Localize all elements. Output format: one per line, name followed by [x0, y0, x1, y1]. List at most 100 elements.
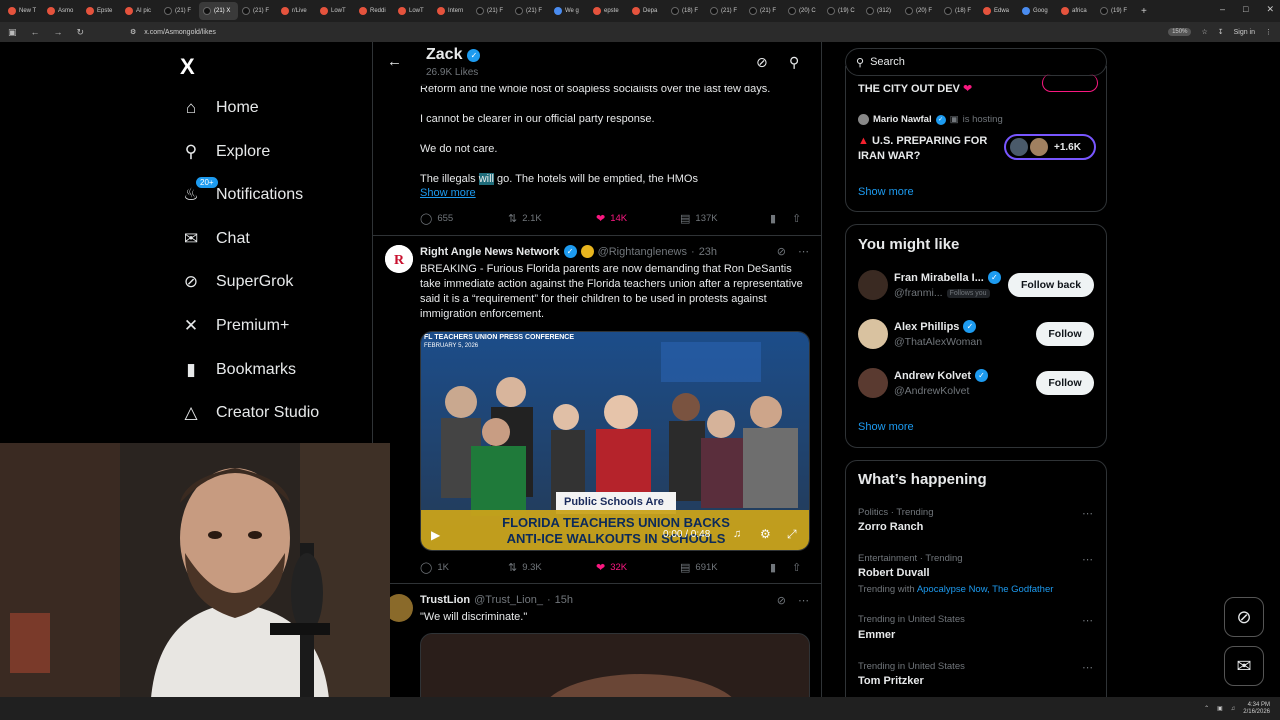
- browser-tab[interactable]: Asmo: [43, 2, 82, 20]
- trend-name[interactable]: Emmer: [858, 629, 895, 641]
- sidebar-item-notifications[interactable]: ♨ 20+ Notifications: [180, 177, 303, 205]
- reply-button[interactable]: ◯ 655: [420, 212, 508, 225]
- back-arrow-icon[interactable]: ←: [387, 53, 402, 70]
- clock[interactable]: 4:34 PM 2/16/2026: [1243, 702, 1270, 716]
- avatar[interactable]: [858, 270, 888, 300]
- author-handle[interactable]: @Trust_Lion_: [474, 594, 543, 606]
- sidebar-item-chat[interactable]: ✉ Chat: [180, 229, 250, 249]
- grok-fab-button[interactable]: ⊘: [1224, 597, 1264, 637]
- share-button[interactable]: ⇧: [792, 561, 801, 574]
- bookmark-button[interactable]: ▮: [770, 212, 792, 225]
- views-button[interactable]: ▤ 691K: [680, 561, 770, 574]
- share-button[interactable]: ⇧: [792, 212, 801, 225]
- browser-tab[interactable]: (20) F: [901, 2, 940, 20]
- browser-tab[interactable]: (21) F: [160, 2, 199, 20]
- post-time[interactable]: 23h: [699, 246, 717, 258]
- live-listeners-pill[interactable]: +1.6K: [1004, 134, 1096, 160]
- close-icon[interactable]: ✕: [1266, 4, 1274, 15]
- more-icon[interactable]: ⋯: [1082, 507, 1094, 520]
- bookmark-button[interactable]: ▮: [770, 561, 792, 574]
- browser-tab[interactable]: (20) C: [784, 2, 823, 20]
- browser-tab[interactable]: (18) F: [667, 2, 706, 20]
- browser-tab[interactable]: (19) F: [1096, 2, 1135, 20]
- search-icon[interactable]: ⚲: [789, 54, 799, 71]
- video-player[interactable]: FL TEACHERS UNION PRESS CONFERENCE FEBRU…: [420, 331, 810, 551]
- back-icon[interactable]: ←: [31, 27, 40, 38]
- trend-related-links[interactable]: Apocalypse Now, The Godfather: [917, 584, 1054, 595]
- browser-tab[interactable]: r/Live: [277, 2, 316, 20]
- more-icon[interactable]: ⋯: [1082, 553, 1094, 566]
- live-listeners-pill[interactable]: [1042, 74, 1098, 92]
- sidebar-item-bookmarks[interactable]: ▮ Bookmarks: [180, 360, 296, 380]
- browser-tab[interactable]: AI pic: [121, 2, 160, 20]
- forward-icon[interactable]: →: [54, 27, 63, 38]
- menu-icon[interactable]: ⋮: [1265, 28, 1272, 36]
- network-icon[interactable]: ▣: [1217, 705, 1223, 712]
- repost-button[interactable]: ⇅ 2.1K: [508, 212, 596, 225]
- download-icon[interactable]: ↧: [1218, 28, 1224, 36]
- browser-tab[interactable]: (21) F: [238, 2, 277, 20]
- show-more-link[interactable]: Show more: [420, 187, 476, 199]
- trend-name[interactable]: Robert Duvall: [858, 567, 930, 579]
- browser-tab[interactable]: (21) F: [472, 2, 511, 20]
- browser-tab[interactable]: (21) F: [745, 2, 784, 20]
- browser-tab[interactable]: (21) X: [199, 2, 238, 20]
- tray-chevron-icon[interactable]: ⌃: [1204, 705, 1209, 712]
- browser-tab[interactable]: africa: [1057, 2, 1096, 20]
- person-handle[interactable]: @ThatAlexWoman: [894, 336, 982, 348]
- author-name[interactable]: TrustLion: [420, 594, 470, 606]
- volume-icon[interactable]: ♫: [1231, 706, 1236, 712]
- minimize-icon[interactable]: –: [1220, 4, 1225, 15]
- play-icon[interactable]: ▶: [431, 528, 440, 542]
- sidebar-item-premium[interactable]: ✕ Premium+: [180, 316, 289, 336]
- person-handle[interactable]: @AndrewKolvet: [894, 385, 969, 397]
- more-icon[interactable]: ⋯: [1082, 614, 1094, 627]
- show-more-link[interactable]: Show more: [858, 421, 914, 433]
- fullscreen-icon[interactable]: ⤢: [787, 527, 797, 542]
- person-name[interactable]: Andrew Kolvet ✓: [894, 369, 989, 382]
- browser-tab[interactable]: LowT: [394, 2, 433, 20]
- show-more-link[interactable]: Show more: [858, 186, 914, 198]
- follow-back-button[interactable]: Follow back: [1008, 273, 1094, 297]
- browser-tab[interactable]: Epste: [82, 2, 121, 20]
- maximize-icon[interactable]: □: [1243, 4, 1248, 15]
- author-handle[interactable]: @Rightanglenews: [598, 246, 687, 258]
- grok-icon[interactable]: ⊘: [756, 54, 768, 71]
- follow-button[interactable]: Follow: [1036, 371, 1094, 395]
- like-button[interactable]: ❤ 32K: [596, 561, 680, 574]
- avatar[interactable]: R: [385, 245, 413, 273]
- post-time[interactable]: 15h: [555, 594, 573, 606]
- trend-name[interactable]: Zorro Ranch: [858, 521, 923, 533]
- browser-tab[interactable]: LowT: [316, 2, 355, 20]
- zoom-level[interactable]: 150%: [1168, 28, 1192, 36]
- grok-icon[interactable]: ⊘: [777, 245, 786, 258]
- browser-tab[interactable]: Intern: [433, 2, 472, 20]
- browser-tab[interactable]: Edwa: [979, 2, 1018, 20]
- new-tab-icon[interactable]: +: [1141, 6, 1147, 17]
- browser-tab[interactable]: epste: [589, 2, 628, 20]
- avatar[interactable]: [858, 319, 888, 349]
- browser-tab[interactable]: Goog: [1018, 2, 1057, 20]
- follow-button[interactable]: Follow: [1036, 322, 1094, 346]
- browser-tab[interactable]: (19) C: [823, 2, 862, 20]
- sidebar-item-supergrok[interactable]: ⊘ SuperGrok: [180, 272, 294, 292]
- site-info-icon[interactable]: ⚙: [130, 28, 136, 36]
- x-logo[interactable]: X: [180, 54, 195, 80]
- volume-icon[interactable]: ♫: [733, 528, 741, 540]
- browser-tab[interactable]: We g: [550, 2, 589, 20]
- sign-in-button[interactable]: Sign in: [1234, 29, 1255, 36]
- browser-tab[interactable]: (21) F: [706, 2, 745, 20]
- host-name[interactable]: Mario Nawfal: [873, 114, 932, 125]
- author-name[interactable]: Right Angle News Network: [420, 246, 560, 258]
- more-icon[interactable]: ⋯: [798, 594, 809, 607]
- browser-tab[interactable]: Depa: [628, 2, 667, 20]
- like-button[interactable]: ❤ 14K: [596, 212, 680, 225]
- browser-tab[interactable]: (18) F: [940, 2, 979, 20]
- more-icon[interactable]: ⋯: [798, 245, 809, 258]
- reload-icon[interactable]: ↻: [77, 27, 85, 38]
- grok-icon[interactable]: ⊘: [777, 594, 786, 607]
- person-name[interactable]: Fran Mirabella I... ✓: [894, 271, 1001, 284]
- person-handle[interactable]: @franmi... Follows you: [894, 287, 990, 299]
- browser-tab[interactable]: New T: [4, 2, 43, 20]
- person-name[interactable]: Alex Phillips ✓: [894, 320, 977, 333]
